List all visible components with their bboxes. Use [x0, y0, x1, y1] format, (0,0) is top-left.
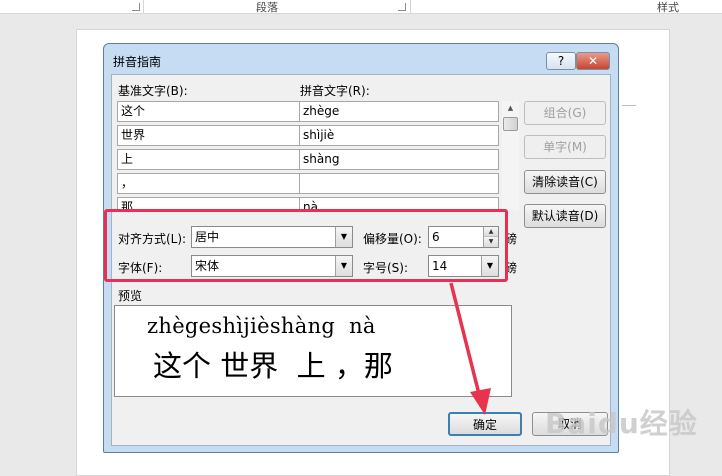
- baidu-watermark: Baidu经验: [545, 407, 698, 440]
- arrow-head: [470, 388, 491, 415]
- arrow-shaft: [449, 282, 482, 399]
